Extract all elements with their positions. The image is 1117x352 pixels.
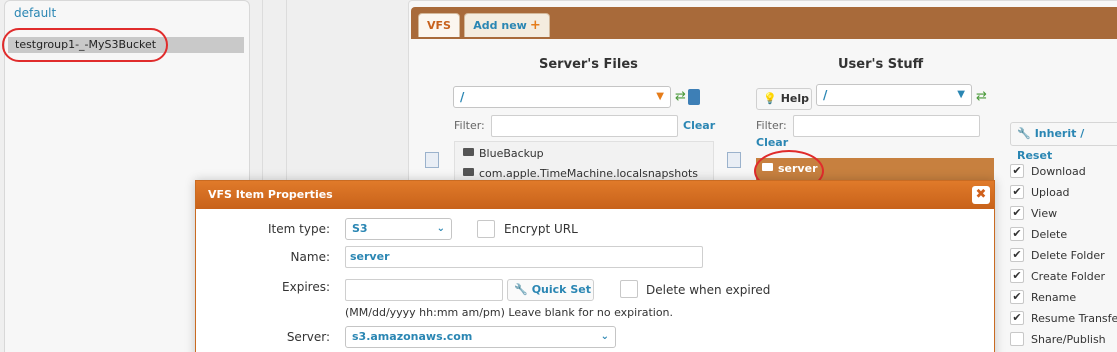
item-type-select[interactable]: S3 ⌄ bbox=[345, 218, 452, 240]
checkbox[interactable]: ✔ bbox=[1010, 206, 1024, 220]
expires-hint: (MM/dd/yyyy hh:mm am/pm) Leave blank for… bbox=[345, 306, 674, 319]
perm-share-publish[interactable]: Share/Publish bbox=[1010, 332, 1106, 347]
delete-when-expired-checkbox[interactable] bbox=[620, 280, 638, 298]
document-icon[interactable] bbox=[425, 152, 439, 168]
checkbox[interactable]: ✔ bbox=[1010, 164, 1024, 178]
server-filter-input[interactable] bbox=[491, 115, 678, 137]
perm-upload[interactable]: ✔ Upload bbox=[1010, 185, 1070, 200]
checkbox[interactable]: ✔ bbox=[1010, 311, 1024, 325]
perm-view[interactable]: ✔ View bbox=[1010, 206, 1057, 221]
refresh-icon[interactable]: ⇄ bbox=[675, 90, 687, 104]
encrypt-url-checkbox[interactable] bbox=[477, 220, 495, 238]
user-filter-label: Filter: bbox=[756, 119, 787, 132]
server-files-heading: Server's Files bbox=[539, 57, 638, 72]
annotation-circle-group bbox=[2, 28, 168, 62]
server-select[interactable]: s3.amazonaws.com ⌄ bbox=[345, 326, 616, 348]
checkbox[interactable] bbox=[1010, 332, 1024, 346]
vfs-item-properties-dialog: VFS Item Properties ✖ Item type: S3 ⌄ Enc… bbox=[195, 180, 995, 352]
delete-when-expired-label: Delete when expired bbox=[646, 283, 771, 297]
file-item[interactable]: com.apple.TimeMachine.localsnapshots bbox=[463, 167, 698, 180]
server-label: Server: bbox=[286, 330, 330, 344]
help-button[interactable]: 💡 Help bbox=[756, 88, 812, 110]
checkbox[interactable]: ✔ bbox=[1010, 269, 1024, 283]
checkbox[interactable]: ✔ bbox=[1010, 290, 1024, 304]
name-input[interactable]: server bbox=[345, 246, 703, 268]
quick-set-button[interactable]: 🔧 Quick Set bbox=[507, 279, 594, 301]
wrench-icon: 🔧 bbox=[514, 283, 528, 296]
expires-input[interactable] bbox=[345, 279, 503, 301]
checkbox[interactable]: ✔ bbox=[1010, 185, 1024, 199]
perm-resume-transfer[interactable]: ✔ Resume Transfer bbox=[1010, 311, 1117, 326]
expires-label: Expires: bbox=[282, 280, 330, 294]
server-filter-clear[interactable]: Clear bbox=[683, 119, 715, 132]
folder-icon bbox=[463, 148, 474, 156]
perm-download[interactable]: ✔ Download bbox=[1010, 164, 1086, 179]
server-browser-icon[interactable] bbox=[688, 89, 700, 105]
user-filter-input[interactable] bbox=[793, 115, 980, 137]
checkbox[interactable]: ✔ bbox=[1010, 248, 1024, 262]
plus-icon: + bbox=[529, 18, 541, 33]
item-type-label: Item type: bbox=[268, 222, 330, 236]
group-default[interactable]: default bbox=[14, 6, 56, 20]
checkbox[interactable]: ✔ bbox=[1010, 227, 1024, 241]
perm-delete[interactable]: ✔ Delete bbox=[1010, 227, 1067, 242]
inherit-reset-button[interactable]: 🔧 Inherit / Reset bbox=[1010, 122, 1117, 162]
server-path-select[interactable]: / ▼ bbox=[453, 86, 671, 108]
perm-delete-folder[interactable]: ✔ Delete Folder bbox=[1010, 248, 1105, 263]
server-filter-label: Filter: bbox=[454, 119, 485, 132]
user-path-select[interactable]: / ▼ bbox=[816, 84, 972, 106]
close-icon[interactable]: ✖ bbox=[972, 186, 990, 204]
name-label: Name: bbox=[290, 250, 330, 264]
tab-add-new[interactable]: Add new + bbox=[464, 13, 550, 37]
folder-icon bbox=[463, 168, 474, 176]
dialog-title: VFS Item Properties ✖ bbox=[196, 181, 994, 209]
user-stuff-heading: User's Stuff bbox=[838, 57, 924, 72]
edit-document-icon[interactable] bbox=[727, 152, 741, 168]
user-filter-clear[interactable]: Clear bbox=[756, 136, 788, 149]
refresh-icon[interactable]: ⇄ bbox=[976, 90, 988, 104]
lightbulb-icon: 💡 bbox=[763, 92, 777, 105]
perm-rename[interactable]: ✔ Rename bbox=[1010, 290, 1076, 305]
perm-create-folder[interactable]: ✔ Create Folder bbox=[1010, 269, 1105, 284]
file-item[interactable]: BlueBackup bbox=[463, 147, 544, 160]
wrench-icon: 🔧 bbox=[1017, 127, 1031, 140]
encrypt-url-label: Encrypt URL bbox=[504, 222, 578, 236]
tab-vfs[interactable]: VFS bbox=[418, 13, 460, 37]
